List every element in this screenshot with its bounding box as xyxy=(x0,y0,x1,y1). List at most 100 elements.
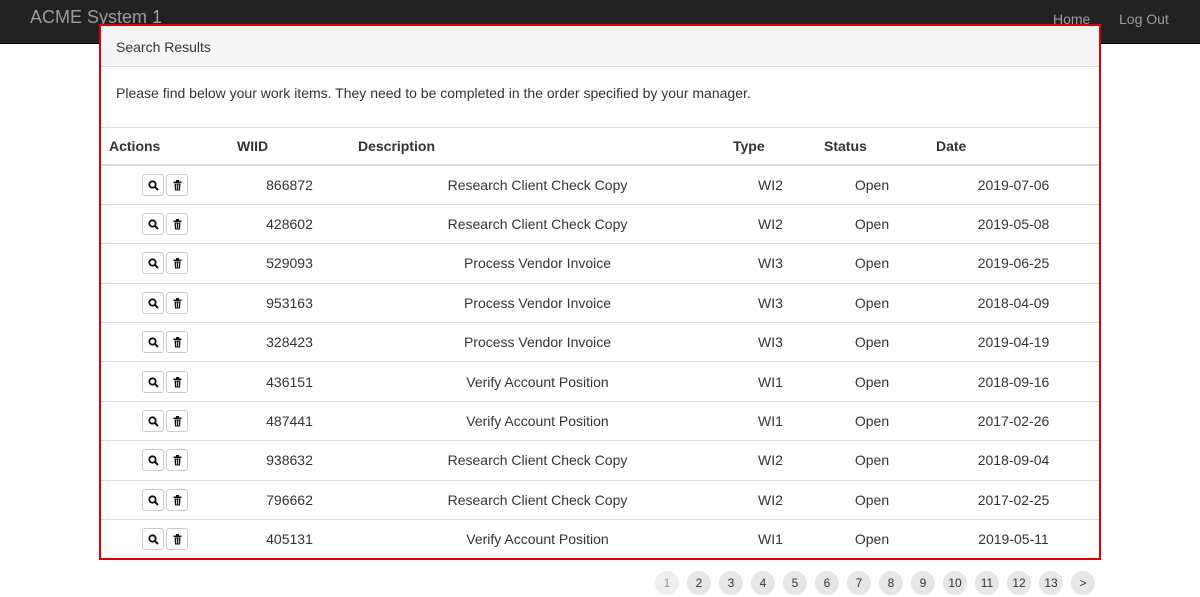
table-body: 866872 Research Client Check Copy WI2 Open 2… xyxy=(101,165,1099,558)
cell-type: WI3 xyxy=(725,243,816,284)
delete-button[interactable] xyxy=(166,213,188,236)
row-actions xyxy=(101,519,229,558)
table-row: 328423 Process Vendor Invoice WI3 Open 2019-… xyxy=(101,322,1099,363)
delete-button[interactable] xyxy=(166,488,188,511)
delete-button[interactable] xyxy=(166,449,188,472)
cell-wiid: 953163 xyxy=(229,283,350,324)
cell-status: Open xyxy=(816,165,928,205)
cell-date: 2019-05-11 xyxy=(928,519,1099,558)
cell-status: Open xyxy=(816,361,928,402)
cell-status: Open xyxy=(816,519,928,558)
view-button[interactable] xyxy=(142,528,164,551)
delete-button[interactable] xyxy=(166,173,188,196)
cell-date: 2018-09-04 xyxy=(928,440,1099,481)
cell-date: 2018-04-09 xyxy=(928,283,1099,324)
delete-button[interactable] xyxy=(166,331,188,354)
cell-description: Verify Account Position xyxy=(350,401,725,442)
pagination-page[interactable]: 3 xyxy=(719,571,743,595)
cell-date: 2019-05-08 xyxy=(928,204,1099,245)
cell-date: 2019-04-19 xyxy=(928,322,1099,363)
row-actions xyxy=(101,322,229,363)
pagination-page[interactable]: 9 xyxy=(911,571,935,595)
pagination-page[interactable]: 11 xyxy=(975,571,999,595)
row-actions xyxy=(101,243,229,284)
view-button[interactable] xyxy=(142,488,164,511)
cell-status: Open xyxy=(816,440,928,481)
table-row: 436151 Verify Account Position WI1 Open 2018… xyxy=(101,361,1099,402)
view-button[interactable] xyxy=(142,291,164,314)
cell-wiid: 938632 xyxy=(229,440,350,481)
pagination-page[interactable]: 1 xyxy=(655,571,679,595)
pagination-page[interactable]: 13 xyxy=(1039,571,1063,595)
col-header-status: Status xyxy=(816,128,928,166)
pagination-page[interactable]: 12 xyxy=(1007,571,1031,595)
cell-type: WI2 xyxy=(725,165,816,205)
cell-wiid: 796662 xyxy=(229,480,350,521)
cell-date: 2017-02-25 xyxy=(928,480,1099,521)
delete-button[interactable] xyxy=(166,252,188,275)
view-button[interactable] xyxy=(142,331,164,354)
cell-type: WI2 xyxy=(725,440,816,481)
cell-wiid: 487441 xyxy=(229,401,350,442)
pagination-page[interactable]: 2 xyxy=(687,571,711,595)
col-header-actions: Actions xyxy=(101,128,229,166)
view-button[interactable] xyxy=(142,173,164,196)
view-button[interactable] xyxy=(142,252,164,275)
cell-type: WI3 xyxy=(725,283,816,324)
delete-button[interactable] xyxy=(166,291,188,314)
cell-type: WI2 xyxy=(725,204,816,245)
table-row: 953163 Process Vendor Invoice WI3 Open 2018-… xyxy=(101,283,1099,324)
view-button[interactable] xyxy=(142,410,164,433)
row-actions xyxy=(101,283,229,324)
pagination-page[interactable]: 6 xyxy=(815,571,839,595)
cell-status: Open xyxy=(816,243,928,284)
row-actions xyxy=(101,204,229,245)
pagination-page[interactable]: 10 xyxy=(943,571,967,595)
cell-description: Research Client Check Copy xyxy=(350,165,725,205)
table-header-row: Actions WIID Description Type Status Dat… xyxy=(101,128,1099,166)
cell-status: Open xyxy=(816,480,928,521)
cell-description: Process Vendor Invoice xyxy=(350,322,725,363)
panel-intro-text: Please find below your work items. They … xyxy=(116,85,751,101)
panel-heading: Search Results xyxy=(101,26,1099,67)
delete-button[interactable] xyxy=(166,528,188,551)
col-header-wiid: WIID xyxy=(229,128,350,166)
delete-button[interactable] xyxy=(166,410,188,433)
panel-title: Search Results xyxy=(116,39,211,55)
delete-button[interactable] xyxy=(166,370,188,393)
cell-date: 2019-06-25 xyxy=(928,243,1099,284)
cell-type: WI1 xyxy=(725,361,816,402)
cell-status: Open xyxy=(816,322,928,363)
row-actions xyxy=(101,165,229,205)
row-actions xyxy=(101,480,229,521)
col-header-date: Date xyxy=(928,128,1099,166)
cell-date: 2017-02-26 xyxy=(928,401,1099,442)
cell-status: Open xyxy=(816,204,928,245)
cell-description: Process Vendor Invoice xyxy=(350,243,725,284)
pagination-page[interactable]: 4 xyxy=(751,571,775,595)
col-header-type: Type xyxy=(725,128,816,166)
pagination-page[interactable]: 5 xyxy=(783,571,807,595)
table-row: 796662 Research Client Check Copy WI2 Open 2… xyxy=(101,480,1099,521)
cell-type: WI1 xyxy=(725,401,816,442)
cell-description: Verify Account Position xyxy=(350,361,725,402)
cell-description: Research Client Check Copy xyxy=(350,204,725,245)
pagination-next[interactable]: > xyxy=(1071,571,1095,595)
cell-wiid: 405131 xyxy=(229,519,350,558)
row-actions xyxy=(101,401,229,442)
view-button[interactable] xyxy=(142,213,164,236)
cell-status: Open xyxy=(816,283,928,324)
view-button[interactable] xyxy=(142,449,164,472)
row-actions xyxy=(101,440,229,481)
nav-logout-link[interactable]: Log Out xyxy=(1119,9,1169,29)
table-row: 405131 Verify Account Position WI1 Open 2019… xyxy=(101,519,1099,558)
search-results-panel: Search Results Please find below your wo… xyxy=(99,24,1101,560)
view-button[interactable] xyxy=(142,370,164,393)
pagination-page[interactable]: 7 xyxy=(847,571,871,595)
cell-wiid: 328423 xyxy=(229,322,350,363)
cell-wiid: 529093 xyxy=(229,243,350,284)
pagination-page[interactable]: 8 xyxy=(879,571,903,595)
row-actions xyxy=(101,361,229,402)
cell-type: WI3 xyxy=(725,322,816,363)
table-row: 866872 Research Client Check Copy WI2 Open 2… xyxy=(101,165,1099,205)
